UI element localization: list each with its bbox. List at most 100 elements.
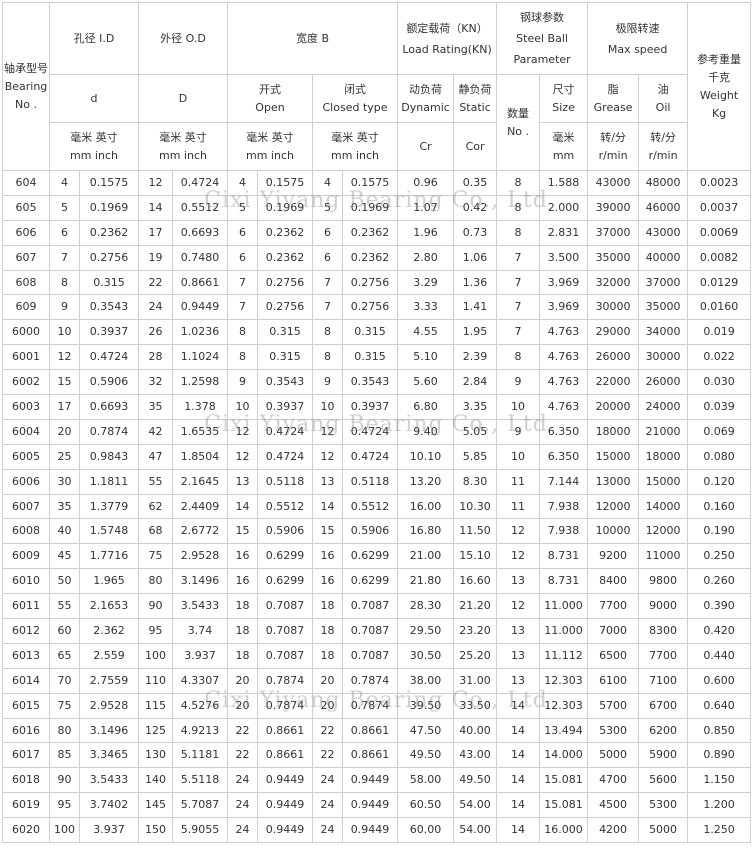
table-cell: 0.0160 <box>687 294 752 321</box>
table-cell: 55 <box>138 468 173 495</box>
table-row: 6006 30 1.1811 55 2.1645 13 0.5118 13 0.5118 13.2… <box>2 468 752 495</box>
table-cell: 0.8661 <box>341 742 399 769</box>
table-cell: 13.20 <box>397 468 455 495</box>
table-cell: 5000 <box>587 742 640 769</box>
table-cell: 39.50 <box>397 692 455 719</box>
table-cell: 9 <box>312 369 343 396</box>
table-row: 6002 15 0.5906 32 1.2598 9 0.3543 9 0.3543 5.60 2.… <box>2 369 752 396</box>
table-cell: 5700 <box>587 692 640 719</box>
table-row: 607 7 0.2756 19 0.7480 6 0.2362 6 0.2362 2.80 1.06… <box>2 244 752 271</box>
table-cell: 18 <box>312 593 343 620</box>
table-cell: 3.1496 <box>172 568 228 595</box>
table-cell: 0.8661 <box>341 717 399 744</box>
table-cell: 0.1575 <box>257 170 313 196</box>
table-cell: 5.5118 <box>172 767 228 794</box>
table-cell: 48000 <box>638 170 689 196</box>
table-cell: 4 <box>312 170 343 196</box>
table-cell: 6200 <box>638 717 689 744</box>
table-cell: 33.50 <box>453 692 498 719</box>
header-id-units: 毫米 英寸 mm inch <box>49 122 139 171</box>
header-load-rating: 额定载荷（KN） Load Rating(KN) <box>397 2 498 75</box>
table-cell: 16 <box>227 568 258 595</box>
table-cell: 20 <box>227 692 258 719</box>
table-cell: 4.763 <box>539 319 589 346</box>
table-cell: 150 <box>138 817 173 844</box>
table-cell: 0.039 <box>687 394 752 420</box>
table-cell: 20000 <box>587 394 640 420</box>
table-cell: 30 <box>49 468 80 495</box>
table-cell: 15 <box>227 518 258 545</box>
table-cell: 13.494 <box>539 717 589 744</box>
table-cell: 18000 <box>638 443 689 470</box>
table-cell: 19 <box>138 244 173 271</box>
table-row: 608 8 0.315 22 0.8661 7 0.2756 7 0.2756 3.29 1.36 7… <box>2 269 752 296</box>
table-cell: 14 <box>138 194 173 221</box>
table-cell: 0.2362 <box>257 244 313 271</box>
table-cell: 0.7874 <box>257 667 313 694</box>
table-cell: 0.640 <box>687 692 752 719</box>
table-cell: 22 <box>227 742 258 769</box>
table-cell: 0.315 <box>257 344 313 371</box>
table-cell: 0.250 <box>687 543 752 570</box>
table-cell: 90 <box>138 593 173 620</box>
bearing-no-cell: 606 <box>2 219 50 246</box>
table-cell: 5300 <box>587 717 640 744</box>
table-cell: 18 <box>227 618 258 644</box>
table-cell: 5300 <box>638 792 689 819</box>
table-row: 6009 45 1.7716 75 2.9528 16 0.6299 16 0.6299 21.0… <box>2 543 752 570</box>
bearing-spec-table: 轴承型号 Bearing No . 孔径 I.D 外径 O.D 宽度 B 额定载… <box>2 2 752 844</box>
table-cell: 40000 <box>638 244 689 271</box>
header-inner-diameter: 孔径 I.D <box>49 2 139 75</box>
table-cell: 1.1811 <box>79 468 139 495</box>
table-cell: 11 <box>496 468 541 495</box>
table-cell: 2.362 <box>79 618 139 644</box>
table-cell: 7 <box>496 294 541 321</box>
table-cell: 11.50 <box>453 518 498 545</box>
table-cell: 46000 <box>638 194 689 221</box>
table-cell: 16 <box>312 568 343 595</box>
table-cell: 0.1969 <box>257 194 313 221</box>
table-cell: 7100 <box>638 667 689 694</box>
table-cell: 80 <box>49 717 80 744</box>
table-cell: 7 <box>312 269 343 296</box>
table-cell: 2.9528 <box>172 543 228 570</box>
header-ball-number: 数量 No . <box>496 74 541 171</box>
table-cell: 0.73 <box>453 219 498 246</box>
table-cell: 11000 <box>638 543 689 570</box>
table-cell: 12 <box>496 593 541 620</box>
bearing-no-cell: 605 <box>2 194 50 221</box>
table-cell: 4 <box>49 170 80 196</box>
table-cell: 12 <box>312 418 343 445</box>
table-cell: 0.5906 <box>341 518 399 545</box>
table-cell: 8 <box>496 344 541 371</box>
table-cell: 15 <box>49 369 80 396</box>
table-cell: 40.00 <box>453 717 498 744</box>
table-cell: 35 <box>138 394 173 420</box>
table-cell: 8 <box>496 219 541 246</box>
header-od-symbol: D <box>138 74 228 123</box>
table-cell: 0.4724 <box>341 443 399 470</box>
table-cell: 0.315 <box>79 269 139 296</box>
table-cell: 0.120 <box>687 468 752 495</box>
table-cell: 1.1024 <box>172 344 228 371</box>
header-d-symbol: d <box>49 74 139 123</box>
table-cell: 85 <box>49 742 80 769</box>
bearing-no-cell: 6006 <box>2 468 50 495</box>
table-cell: 30000 <box>638 344 689 371</box>
table-cell: 43.00 <box>453 742 498 769</box>
table-cell: 140 <box>138 767 173 794</box>
table-cell: 14 <box>496 792 541 819</box>
table-cell: 6 <box>49 219 80 246</box>
table-cell: 1.41 <box>453 294 498 321</box>
header-grease-units: 转/分 r/min <box>587 122 640 171</box>
table-cell: 28.30 <box>397 593 455 620</box>
table-cell: 11.000 <box>539 618 589 644</box>
table-cell: 5.9055 <box>172 817 228 844</box>
table-cell: 0.2756 <box>257 294 313 321</box>
table-cell: 1.7716 <box>79 543 139 570</box>
table-cell: 0.7874 <box>341 692 399 719</box>
table-cell: 14 <box>496 742 541 769</box>
table-cell: 6.350 <box>539 418 589 445</box>
table-cell: 0.019 <box>687 319 752 346</box>
table-cell: 0.5906 <box>79 369 139 396</box>
